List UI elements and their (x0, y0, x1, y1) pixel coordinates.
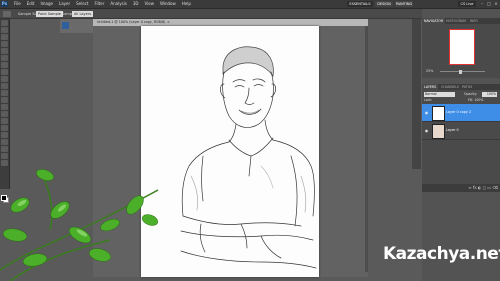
menu-analysis[interactable]: Analysis (107, 1, 129, 7)
photoshop-logo-icon: Ps (1, 1, 8, 7)
layer-comp-icon[interactable] (62, 22, 69, 29)
decorative-leaves-image (0, 169, 159, 281)
cs-live-button[interactable]: CS Live (458, 1, 476, 7)
navigator-zoom-knob[interactable] (459, 69, 462, 74)
menu-select[interactable]: Select (73, 1, 91, 7)
navigator-panel: NAVIGATOR HISTOGRAM INFO 25% (422, 18, 500, 78)
sample-size-select[interactable]: Point Sample (36, 10, 63, 17)
menu-edit[interactable]: Edit (24, 1, 38, 7)
vertical-scrollbar[interactable] (365, 26, 368, 272)
tab-paths[interactable]: PATHS (460, 84, 474, 90)
tab-info[interactable]: INFO (468, 18, 480, 24)
blend-mode-select[interactable]: Normal (424, 92, 455, 97)
layers-tabs: LAYERS CHANNELS PATHS (422, 84, 500, 90)
workspace-painting-button[interactable]: PAINTING (395, 1, 413, 7)
collapsed-panel-icons (412, 19, 421, 169)
lock-label: Lock: (424, 98, 433, 102)
history-brush-tool-icon[interactable] (1, 83, 8, 89)
canvas[interactable] (141, 26, 319, 277)
navigator-thumbnail[interactable] (449, 29, 475, 65)
menu-items: File Edit Image Layer Select Filter Anal… (11, 1, 194, 7)
dodge-tool-icon[interactable] (1, 111, 8, 117)
mini-panel (60, 19, 95, 33)
blur-tool-icon[interactable] (1, 104, 8, 110)
document-tab[interactable]: Untitled-1 @ 100% (Layer 0 copy, RGB/8) … (93, 19, 368, 26)
healing-tool-icon[interactable] (1, 62, 8, 68)
fill-label[interactable]: Fill: 100% (468, 98, 483, 103)
minimize-button[interactable]: – (479, 1, 485, 7)
layer-name: Layer 0 (446, 128, 459, 132)
layer-thumbnail (432, 106, 445, 121)
sample-select[interactable]: All Layers (72, 10, 94, 17)
document-title: Untitled-1 @ 100% (Layer 0 copy, RGB/8) (97, 20, 166, 24)
gradient-tool-icon[interactable] (1, 97, 8, 103)
document-close-icon[interactable]: × (167, 19, 170, 26)
workspace-design-button[interactable]: DESIGN (375, 1, 393, 7)
menu-3d[interactable]: 3D (130, 1, 142, 7)
lock-row: Lock: Fill: 100% (424, 98, 498, 103)
pencil-sketch-portrait (180, 46, 317, 269)
type-tool-icon[interactable] (1, 125, 8, 131)
navigator-zoom-slider[interactable] (440, 71, 485, 72)
eyedropper-tool-icon[interactable] (3, 10, 11, 17)
layer-thumbnail (432, 124, 445, 139)
layer-name: Layer 0 copy 2 (446, 110, 472, 114)
eyedropper-tool-icon[interactable] (1, 55, 8, 61)
layers-panel: LAYERS CHANNELS PATHS Normal Opacity: 10… (422, 84, 500, 192)
menu-view[interactable]: View (142, 1, 158, 7)
menu-filter[interactable]: Filter (91, 1, 107, 7)
tab-histogram[interactable]: HISTOGRAM (444, 18, 468, 24)
blend-row: Normal Opacity: 100% (424, 92, 498, 97)
path-select-tool-icon[interactable] (1, 132, 8, 138)
maximize-button[interactable]: □ (486, 1, 492, 7)
move-tool-icon[interactable] (1, 20, 8, 26)
tab-navigator[interactable]: NAVIGATOR (422, 18, 446, 24)
close-button[interactable]: × (493, 1, 499, 7)
navigator-tabs: NAVIGATOR HISTOGRAM INFO (422, 18, 500, 24)
brush-tool-icon[interactable] (1, 69, 8, 75)
lasso-tool-icon[interactable] (1, 34, 8, 40)
menu-bar: Ps File Edit Image Layer Select Filter A… (0, 0, 500, 9)
navigator-zoom-value[interactable]: 25% (426, 69, 433, 73)
eraser-tool-icon[interactable] (1, 90, 8, 96)
tab-channels[interactable]: CHANNELS (439, 84, 461, 90)
layer-row[interactable]: ◉ Layer 0 (422, 122, 500, 140)
tab-layers[interactable]: LAYERS (422, 84, 439, 90)
workspace-essentials-button[interactable]: ESSENTIALS (347, 1, 373, 7)
opacity-label: Opacity: (464, 92, 478, 96)
stamp-tool-icon[interactable] (1, 76, 8, 82)
visibility-eye-icon[interactable]: ◉ (424, 128, 429, 133)
layers-footer-icons[interactable]: ∞ fx ◐ ◻ ▭ ⌫ (422, 184, 500, 192)
menu-image[interactable]: Image (37, 1, 56, 7)
shape-tool-icon[interactable] (1, 139, 8, 145)
marquee-tool-icon[interactable] (1, 27, 8, 33)
menu-layer[interactable]: Layer (56, 1, 73, 7)
menu-file[interactable]: File (11, 1, 24, 7)
visibility-eye-icon[interactable]: ◉ (424, 110, 429, 115)
layer-row[interactable]: ◉ Layer 0 copy 2 (422, 104, 500, 122)
pen-tool-icon[interactable] (1, 118, 8, 124)
watermark-text: Kazachya.net (383, 244, 500, 264)
menu-help[interactable]: Help (179, 1, 194, 7)
right-panel-column: NAVIGATOR HISTOGRAM INFO 25% LAYERS CHAN… (422, 9, 500, 281)
opacity-input[interactable]: 100% (482, 92, 497, 97)
crop-tool-icon[interactable] (1, 48, 8, 54)
menu-window[interactable]: Window (157, 1, 179, 7)
quick-select-tool-icon[interactable] (1, 41, 8, 47)
